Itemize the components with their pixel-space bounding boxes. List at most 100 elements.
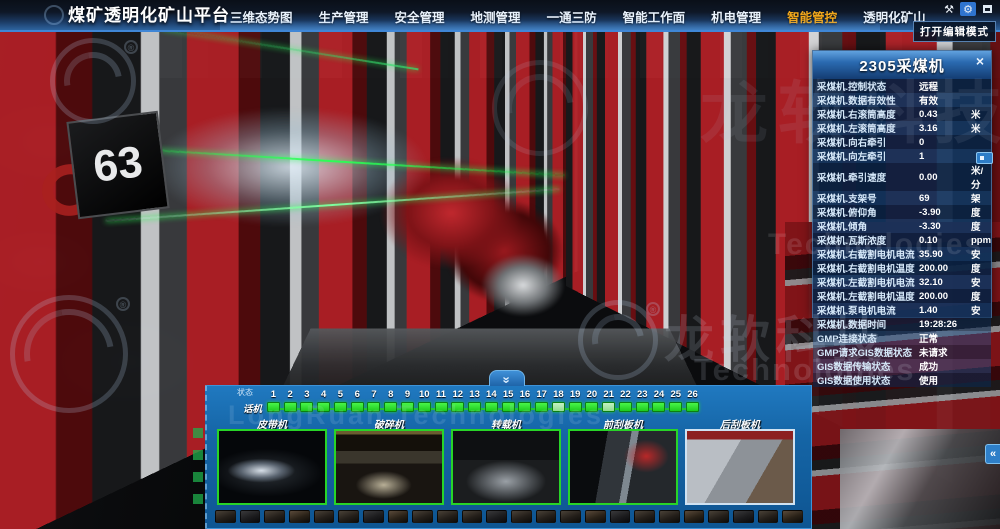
open-edit-mode-button[interactable]: 打开编辑模式 — [913, 21, 996, 42]
app-window: 63 ® ® ® 龙软科技 Technologies 龙软科技 Technolo… — [0, 0, 1000, 529]
data-row: GMP连接状态正常 — [813, 331, 991, 345]
channel-status-block[interactable] — [652, 402, 665, 412]
camera-thumb-5[interactable] — [685, 429, 795, 505]
filmstrip-thumb[interactable] — [610, 510, 631, 523]
channel-status-block[interactable] — [552, 402, 565, 412]
channel-status-block[interactable] — [619, 402, 632, 412]
row-value: -3.30 — [919, 221, 971, 232]
filmstrip-thumb[interactable] — [511, 510, 532, 523]
channel-status-block[interactable] — [669, 402, 682, 412]
filmstrip-thumb[interactable] — [462, 510, 483, 523]
channel-status-block[interactable] — [468, 402, 481, 412]
channel-number: 21 — [603, 389, 614, 401]
channel-status-block[interactable] — [602, 402, 615, 412]
nav-item-6[interactable]: 智能工作面 — [623, 7, 686, 26]
channel-status-block[interactable] — [518, 402, 531, 412]
channel-9: 9 — [399, 389, 416, 415]
channel-status-block[interactable] — [300, 402, 313, 412]
channel-status-block[interactable] — [686, 402, 699, 412]
filmstrip-thumb[interactable] — [634, 510, 655, 523]
camera-thumb-2[interactable] — [334, 429, 444, 505]
filmstrip-thumb[interactable] — [240, 510, 261, 523]
channel-status-block[interactable] — [585, 402, 598, 412]
camera-thumb-4[interactable] — [568, 429, 678, 505]
filmstrip-thumb[interactable] — [314, 510, 335, 523]
channel-number: 10 — [419, 389, 430, 401]
filmstrip-thumb[interactable] — [289, 510, 310, 523]
channel-status-block[interactable] — [367, 402, 380, 412]
channel-status-block[interactable] — [569, 402, 582, 412]
channel-status-block[interactable] — [284, 402, 297, 412]
channel-status-block[interactable] — [636, 402, 649, 412]
data-row: GMP请求GIS数据状态未请求 — [813, 345, 991, 359]
channel-number: 2 — [288, 389, 293, 401]
row-value: 3.16 — [919, 123, 971, 134]
row-value: 正常 — [919, 331, 971, 345]
filmstrip-thumb[interactable] — [536, 510, 557, 523]
channel-number: 8 — [388, 389, 393, 401]
filmstrip-thumb[interactable] — [659, 510, 680, 523]
channel-status-block[interactable] — [502, 402, 515, 412]
channel-status-block[interactable] — [418, 402, 431, 412]
channel-status-block[interactable] — [351, 402, 364, 412]
filmstrip-thumb[interactable] — [758, 510, 779, 523]
nav-item-8[interactable]: 智能管控 — [787, 7, 837, 26]
nav-item-7[interactable]: 机电管理 — [711, 7, 761, 26]
channel-status-block[interactable] — [384, 402, 397, 412]
row-label: 采煤机.控制状态 — [817, 79, 919, 93]
channel-status-block[interactable] — [435, 402, 448, 412]
channel-number: 6 — [355, 389, 360, 401]
channel-number: 18 — [553, 389, 564, 401]
filmstrip-thumb[interactable] — [486, 510, 507, 523]
shearer-data-panel: 2305采煤机 × 采煤机.控制状态远程采煤机.数据有效性有效采煤机.右滚筒高度… — [812, 50, 992, 318]
maximize-icon[interactable] — [979, 2, 995, 16]
filmstrip-thumb[interactable] — [782, 510, 803, 523]
filmstrip-thumb[interactable] — [338, 510, 359, 523]
nav-item-1[interactable]: 三维态势图 — [230, 7, 293, 26]
camera-thumb-3[interactable] — [451, 429, 561, 505]
expand-side-panel-button[interactable]: « — [985, 444, 1000, 464]
channel-status-block[interactable] — [451, 402, 464, 412]
filmstrip-thumb[interactable] — [412, 510, 433, 523]
row-label: 采煤机.左截割电机电流 — [817, 275, 919, 289]
nav-item-2[interactable]: 生产管理 — [319, 7, 369, 26]
tools-icon[interactable]: ⚒ — [941, 2, 957, 16]
row-value: 200.00 — [919, 263, 971, 274]
channel-status-block[interactable] — [267, 402, 280, 412]
nav-item-5[interactable]: 一通三防 — [547, 7, 597, 26]
filmstrip-thumb[interactable] — [560, 510, 581, 523]
filmstrip-thumb[interactable] — [708, 510, 729, 523]
channel-18: 18 — [550, 389, 567, 415]
row-label: 采煤机.数据时间 — [817, 317, 919, 331]
nav-item-3[interactable]: 安全管理 — [395, 7, 445, 26]
row-label: GMP连接状态 — [817, 331, 919, 345]
filmstrip-thumb[interactable] — [585, 510, 606, 523]
device-row-label: 话机 — [243, 401, 262, 415]
filmstrip-thumb[interactable] — [437, 510, 458, 523]
panel-header: 2305采煤机 × — [813, 51, 991, 79]
camera-thumb-1[interactable] — [217, 429, 327, 505]
close-icon[interactable]: × — [972, 53, 988, 69]
channel-status-block[interactable] — [317, 402, 330, 412]
scene-marker-tag[interactable] — [976, 152, 993, 164]
channel-number: 24 — [654, 389, 665, 401]
filmstrip-thumb[interactable] — [733, 510, 754, 523]
channel-7: 7 — [366, 389, 383, 415]
channel-status-block[interactable] — [535, 402, 548, 412]
row-label: 采煤机.牵引速度 — [817, 170, 919, 184]
filmstrip-thumb[interactable] — [684, 510, 705, 523]
row-value: 成功 — [919, 359, 971, 373]
collapse-panel-button[interactable]: » — [489, 370, 525, 386]
filmstrip-thumb[interactable] — [388, 510, 409, 523]
channel-1: 1 — [265, 389, 282, 415]
filmstrip-thumb[interactable] — [363, 510, 384, 523]
row-value: 未请求 — [919, 345, 971, 359]
nav-item-4[interactable]: 地测管理 — [471, 7, 521, 26]
channel-status-block[interactable] — [334, 402, 347, 412]
status-label: 状态 — [237, 387, 253, 398]
filmstrip-thumb[interactable] — [264, 510, 285, 523]
channel-status-block[interactable] — [401, 402, 414, 412]
gear-icon[interactable]: ⚙ — [960, 2, 976, 16]
filmstrip-thumb[interactable] — [215, 510, 236, 523]
channel-status-block[interactable] — [485, 402, 498, 412]
